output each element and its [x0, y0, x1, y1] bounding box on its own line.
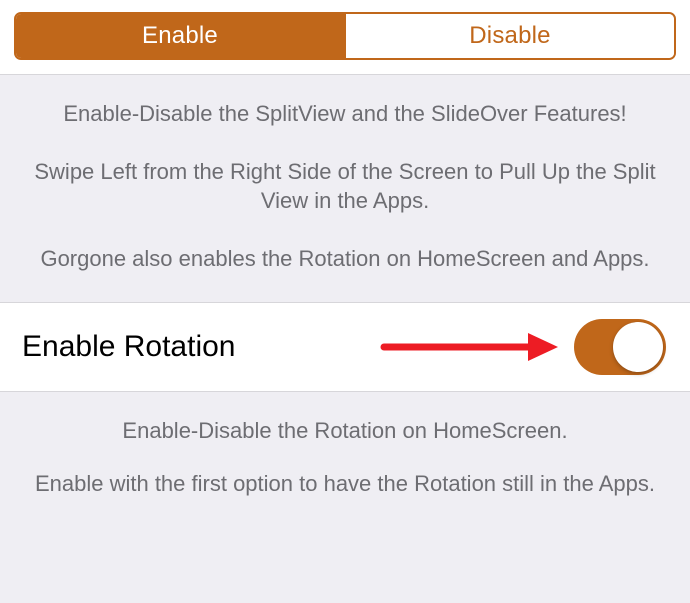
description-line-1: Enable-Disable the SplitView and the Sli…	[28, 99, 662, 129]
annotation-arrow-icon	[380, 327, 560, 367]
segmented-option-disable[interactable]: Disable	[346, 14, 674, 58]
segmented-control-container: Enable Disable	[0, 0, 690, 75]
toggle-knob	[613, 322, 663, 372]
segmented-option-enable[interactable]: Enable	[16, 14, 344, 58]
enable-rotation-row: Enable Rotation	[0, 302, 690, 392]
footer-text: Enable-Disable the Rotation on HomeScree…	[0, 392, 690, 499]
footer-line-2: Enable with the first option to have the…	[28, 469, 662, 499]
footer-line-1: Enable-Disable the Rotation on HomeScree…	[28, 416, 662, 446]
enable-rotation-toggle[interactable]	[574, 319, 666, 375]
segmented-control: Enable Disable	[14, 12, 676, 60]
description-line-2: Swipe Left from the Right Side of the Sc…	[28, 157, 662, 216]
enable-rotation-label: Enable Rotation	[22, 330, 236, 364]
description-line-3: Gorgone also enables the Rotation on Hom…	[28, 244, 662, 274]
description-text: Enable-Disable the SplitView and the Sli…	[0, 75, 690, 302]
